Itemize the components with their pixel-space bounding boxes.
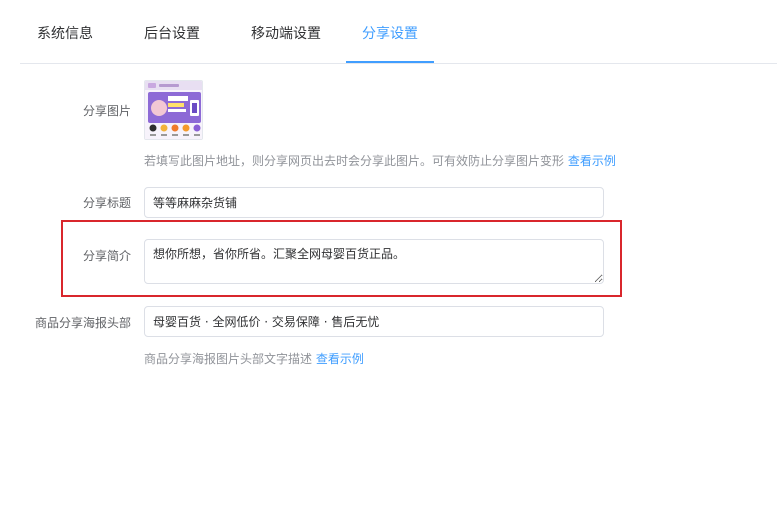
tab-share-settings[interactable]: 分享设置 bbox=[346, 0, 434, 64]
tab-backend-settings[interactable]: 后台设置 bbox=[128, 0, 216, 64]
settings-tabs: 系统信息 后台设置 移动端设置 分享设置 bbox=[20, 0, 777, 64]
poster-header-label: 商品分享海报头部 bbox=[34, 316, 131, 330]
poster-header-hint: 商品分享海报图片头部文字描述 查看示例 bbox=[144, 350, 364, 367]
settings-page: 系统信息 后台设置 移动端设置 分享设置 分享图片 若填写此图片地址，则分享网页… bbox=[0, 0, 777, 524]
share-image-label: 分享图片 bbox=[82, 104, 131, 118]
poster-header-input[interactable] bbox=[144, 306, 604, 337]
share-image-example-link[interactable]: 查看示例 bbox=[568, 154, 616, 168]
share-image-hint: 若填写此图片地址，则分享网页出去时会分享此图片。可有效防止分享图片变形 查看示例 bbox=[144, 152, 616, 169]
share-image-thumbnail[interactable] bbox=[144, 80, 203, 140]
poster-header-example-link[interactable]: 查看示例 bbox=[316, 352, 364, 366]
share-intro-label: 分享简介 bbox=[82, 249, 131, 263]
share-intro-textarea[interactable]: 想你所想，省你所省。汇聚全网母婴百货正品。 bbox=[144, 239, 604, 284]
tab-mobile-settings[interactable]: 移动端设置 bbox=[234, 0, 338, 64]
active-tab-indicator bbox=[346, 61, 434, 63]
tab-system-info[interactable]: 系统信息 bbox=[20, 0, 110, 64]
poster-header-hint-text: 商品分享海报图片头部文字描述 bbox=[144, 352, 313, 366]
share-title-input[interactable] bbox=[144, 187, 604, 218]
share-image-hint-text: 若填写此图片地址，则分享网页出去时会分享此图片。可有效防止分享图片变形 bbox=[144, 154, 565, 168]
share-image-preview bbox=[145, 81, 202, 139]
share-title-label: 分享标题 bbox=[82, 196, 131, 210]
